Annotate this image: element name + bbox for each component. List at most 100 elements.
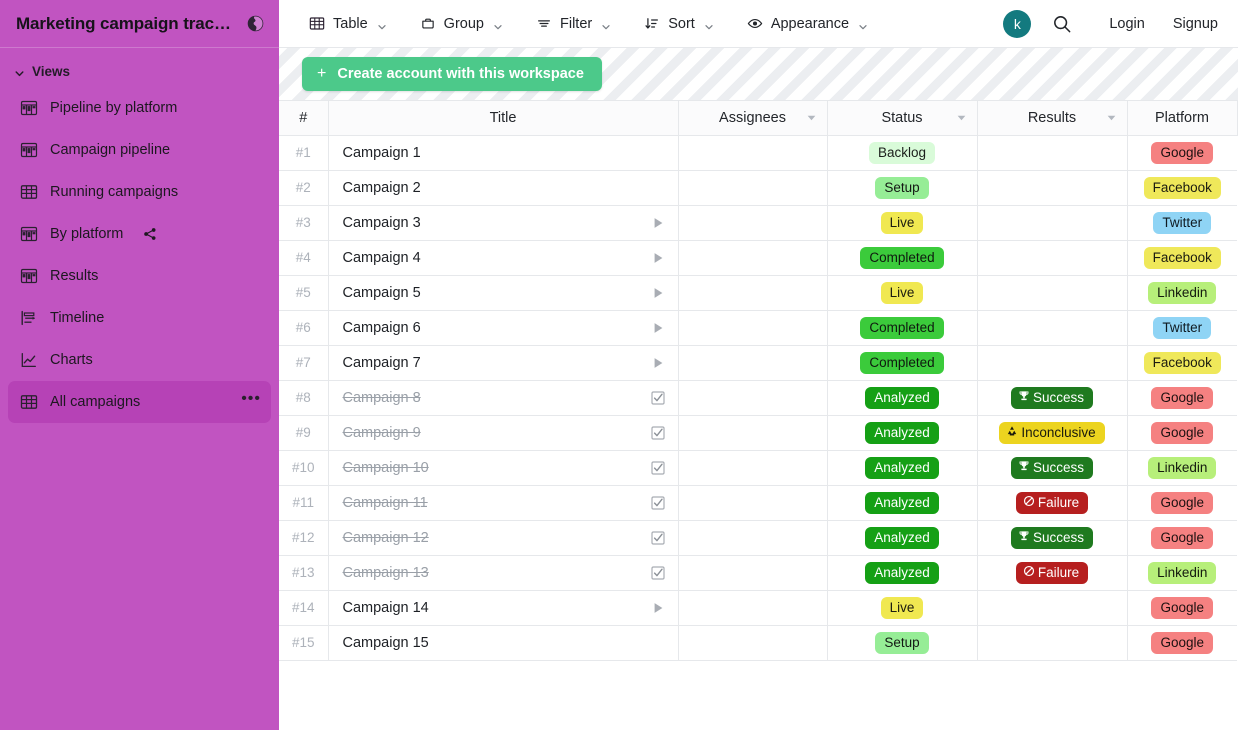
title-cell[interactable]: Campaign 10 [328, 450, 679, 486]
platform-cell[interactable]: Twitter [1127, 205, 1237, 241]
status-cell[interactable]: Analyzed [827, 520, 978, 556]
platform-cell[interactable]: Linkedin [1127, 450, 1237, 486]
view-options-button[interactable]: ••• [241, 391, 261, 409]
checkbox-checked-icon[interactable] [650, 530, 666, 546]
results-cell[interactable] [977, 240, 1128, 276]
table-row[interactable]: #9 Campaign 9 Analyzed Inconclusive Google [279, 415, 1237, 451]
sidebar-item-all-campaigns[interactable]: All campaigns ••• [8, 381, 271, 423]
table-row[interactable]: #11 Campaign 11 Analyzed Failure Google [279, 485, 1237, 521]
title-cell[interactable]: Campaign 7 [328, 345, 679, 381]
assignees-cell[interactable] [678, 380, 828, 416]
status-cell[interactable]: Setup [827, 170, 978, 206]
platform-cell[interactable]: Facebook [1127, 345, 1237, 381]
title-cell[interactable]: Campaign 3 [328, 205, 679, 241]
checkbox-checked-icon[interactable] [650, 390, 666, 406]
platform-cell[interactable]: Google [1127, 590, 1237, 626]
sidebar-item-timeline[interactable]: Timeline [8, 297, 271, 339]
assignees-cell[interactable] [678, 240, 828, 276]
status-cell[interactable]: Analyzed [827, 555, 978, 591]
sidebar-item-pipeline-by-platform[interactable]: Pipeline by platform [8, 87, 271, 129]
sidebar-item-by-platform[interactable]: By platform [8, 213, 271, 255]
table-row[interactable]: #7 Campaign 7 Completed Facebook [279, 345, 1237, 381]
toolbar-table-button[interactable]: Table [301, 11, 394, 37]
platform-cell[interactable]: Linkedin [1127, 275, 1237, 311]
table-row[interactable]: #2 Campaign 2 Setup Facebook [279, 170, 1237, 206]
status-cell[interactable]: Live [827, 205, 978, 241]
column-header-status[interactable]: Status [827, 101, 978, 136]
platform-cell[interactable]: Google [1127, 380, 1237, 416]
results-cell[interactable] [977, 170, 1128, 206]
assignees-cell[interactable] [678, 345, 828, 381]
login-link[interactable]: Login [1109, 16, 1144, 32]
title-cell[interactable]: Campaign 8 [328, 380, 679, 416]
platform-cell[interactable]: Twitter [1127, 310, 1237, 346]
toolbar-group-button[interactable]: Group [412, 11, 510, 37]
signup-link[interactable]: Signup [1173, 16, 1218, 32]
status-cell[interactable]: Backlog [827, 135, 978, 171]
title-cell[interactable]: Campaign 14 [328, 590, 679, 626]
results-cell[interactable] [977, 205, 1128, 241]
platform-cell[interactable]: Google [1127, 485, 1237, 521]
checkbox-checked-icon[interactable] [650, 425, 666, 441]
title-cell[interactable]: Campaign 5 [328, 275, 679, 311]
results-cell[interactable]: Success [977, 380, 1128, 416]
table-row[interactable]: #12 Campaign 12 Analyzed Success Google [279, 520, 1237, 556]
checkbox-checked-icon[interactable] [650, 495, 666, 511]
status-cell[interactable]: Setup [827, 625, 978, 661]
platform-cell[interactable]: Google [1127, 520, 1237, 556]
column-header-results[interactable]: Results [977, 101, 1128, 136]
platform-cell[interactable]: Google [1127, 135, 1237, 171]
status-cell[interactable]: Completed [827, 240, 978, 276]
assignees-cell[interactable] [678, 415, 828, 451]
results-cell[interactable] [977, 275, 1128, 311]
play-icon[interactable] [650, 320, 666, 336]
platform-cell[interactable]: Facebook [1127, 240, 1237, 276]
views-section-header[interactable]: Views [0, 48, 279, 87]
table-row[interactable]: #10 Campaign 10 Analyzed Success Linkedin [279, 450, 1237, 486]
table-row[interactable]: #8 Campaign 8 Analyzed Success Google [279, 380, 1237, 416]
status-cell[interactable]: Live [827, 275, 978, 311]
status-cell[interactable]: Analyzed [827, 485, 978, 521]
title-cell[interactable]: Campaign 13 [328, 555, 679, 591]
results-cell[interactable]: Failure [977, 485, 1128, 521]
column-header-assignees[interactable]: Assignees [678, 101, 828, 136]
results-cell[interactable] [977, 310, 1128, 346]
assignees-cell[interactable] [678, 170, 828, 206]
avatar[interactable]: k [1003, 9, 1032, 38]
platform-cell[interactable]: Linkedin [1127, 555, 1237, 591]
toolbar-appearance-button[interactable]: Appearance [739, 11, 875, 37]
results-cell[interactable]: Success [977, 520, 1128, 556]
title-cell[interactable]: Campaign 15 [328, 625, 679, 661]
results-cell[interactable] [977, 590, 1128, 626]
status-cell[interactable]: Live [827, 590, 978, 626]
column-header-platform[interactable]: Platform [1127, 101, 1238, 136]
toolbar-filter-button[interactable]: Filter [528, 11, 618, 37]
play-icon[interactable] [650, 355, 666, 371]
title-cell[interactable]: Campaign 6 [328, 310, 679, 346]
table-row[interactable]: #5 Campaign 5 Live Linkedin [279, 275, 1237, 311]
share-icon[interactable] [143, 227, 157, 241]
title-cell[interactable]: Campaign 1 [328, 135, 679, 171]
checkbox-checked-icon[interactable] [650, 460, 666, 476]
sidebar-item-campaign-pipeline[interactable]: Campaign pipeline [8, 129, 271, 171]
column-menu-caret-icon[interactable] [806, 112, 817, 123]
status-cell[interactable]: Analyzed [827, 415, 978, 451]
column-header-num[interactable]: # [279, 101, 329, 136]
title-cell[interactable]: Campaign 4 [328, 240, 679, 276]
assignees-cell[interactable] [678, 485, 828, 521]
create-account-button[interactable]: + Create account with this workspace [302, 57, 602, 91]
assignees-cell[interactable] [678, 275, 828, 311]
toolbar-sort-button[interactable]: Sort [636, 11, 721, 37]
results-cell[interactable] [977, 625, 1128, 661]
table-row[interactable]: #15 Campaign 15 Setup Google [279, 625, 1237, 661]
platform-cell[interactable]: Facebook [1127, 170, 1237, 206]
table-row[interactable]: #14 Campaign 14 Live Google [279, 590, 1237, 626]
search-icon[interactable] [1051, 13, 1073, 35]
results-cell[interactable] [977, 135, 1128, 171]
results-cell[interactable]: Failure [977, 555, 1128, 591]
table-row[interactable]: #1 Campaign 1 Backlog Google [279, 135, 1237, 171]
assignees-cell[interactable] [678, 590, 828, 626]
assignees-cell[interactable] [678, 555, 828, 591]
play-icon[interactable] [650, 285, 666, 301]
title-cell[interactable]: Campaign 11 [328, 485, 679, 521]
